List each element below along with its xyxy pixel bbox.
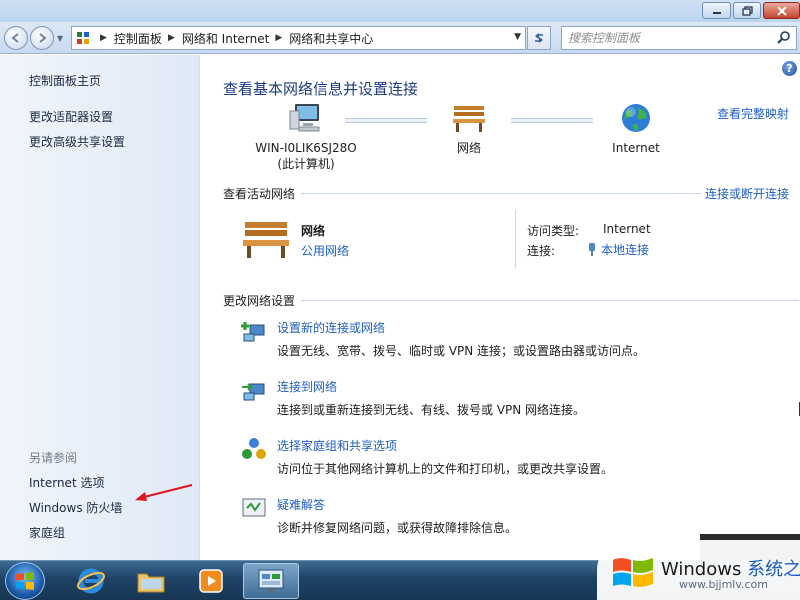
view-full-map-link[interactable]: 查看完整映射 — [717, 105, 789, 122]
forward-arrow-icon — [39, 33, 47, 43]
connect-to-network-icon — [242, 383, 265, 401]
taskbar-explorer-button[interactable] — [123, 563, 179, 599]
taskbar-control-panel-button[interactable] — [243, 563, 299, 599]
active-networks-header: 查看活动网络 — [223, 187, 296, 201]
vertical-divider — [515, 210, 516, 268]
sidebar-item-homegroup[interactable]: 家庭组 — [29, 524, 65, 541]
internet-label: Internet — [612, 141, 660, 155]
connection-link[interactable]: 本地连接 — [587, 241, 649, 258]
map-connection-line — [511, 118, 593, 123]
homegroup-sharing-desc: 访问位于其他网络计算机上的文件和打印机，或更改共享设置。 — [277, 462, 614, 476]
watermark-url: www.bjjmlv.com — [679, 578, 768, 591]
network-label: 网络 — [456, 141, 481, 155]
troubleshoot-icon — [242, 498, 266, 517]
section-divider — [301, 300, 799, 301]
close-icon — [776, 5, 787, 16]
window-titlebar — [0, 0, 800, 22]
ethernet-icon — [589, 243, 595, 256]
minimize-icon — [712, 11, 721, 14]
navigation-bar: ▼ ▶ 控制面板 ▶ 网络和 Internet ▶ 网络和共享中心 ▼ — [0, 22, 800, 54]
breadcrumb-separator[interactable]: ▶ — [100, 33, 107, 43]
troubleshoot-link[interactable]: 疑难解答 — [277, 496, 325, 513]
network-type-link[interactable]: 公用网络 — [301, 242, 349, 259]
taskbar-ie-button[interactable] — [63, 563, 119, 599]
breadcrumb-separator[interactable]: ▶ — [168, 33, 175, 43]
see-also-label: 另请参阅 — [29, 451, 78, 465]
connections-label: 连接: — [527, 244, 556, 258]
windows-logo-icon — [16, 572, 34, 590]
map-connection-line — [345, 118, 427, 123]
folder-icon — [137, 573, 165, 593]
connect-to-network-desc: 连接到或重新连接到无线、有线、拨号或 VPN 网络连接。 — [277, 403, 586, 417]
homegroup-icon — [242, 438, 266, 459]
media-player-icon — [199, 569, 223, 593]
close-button[interactable] — [763, 2, 800, 19]
page-title: 查看基本网络信息并设置连接 — [223, 80, 419, 98]
setup-new-connection-link[interactable]: 设置新的连接或网络 — [277, 319, 385, 336]
breadcrumb-network-internet[interactable]: 网络和 Internet — [182, 30, 269, 47]
internet-explorer-icon — [77, 568, 105, 594]
connect-disconnect-link[interactable]: 连接或断开连接 — [705, 185, 789, 202]
help-icon[interactable]: ? — [782, 61, 797, 76]
bench-icon — [243, 222, 289, 258]
back-button[interactable] — [4, 26, 28, 50]
watermark-windows: Windows — [661, 559, 742, 580]
connect-to-network-link[interactable]: 连接到网络 — [277, 378, 337, 395]
sidebar-item-control-panel-home[interactable]: 控制面板主页 — [29, 72, 101, 89]
windows-flag-logo-icon — [613, 558, 653, 588]
new-connection-icon — [241, 322, 265, 342]
minimize-button[interactable] — [702, 2, 731, 19]
start-button[interactable] — [5, 562, 45, 600]
section-divider — [301, 193, 701, 194]
forward-button[interactable] — [30, 26, 54, 50]
restore-icon — [741, 5, 753, 16]
troubleshoot-desc: 诊断并修复网络问题，或获得故障排除信息。 — [277, 521, 518, 535]
search-input[interactable] — [562, 27, 767, 49]
computer-sub: (此计算机) — [277, 157, 335, 171]
sidebar-item-change-adapter-settings[interactable]: 更改适配器设置 — [29, 108, 113, 125]
control-panel-icon — [72, 27, 94, 49]
maximize-button[interactable] — [733, 2, 761, 19]
access-type-value: Internet — [603, 222, 651, 236]
sidebar: 控制面板主页 更改适配器设置 更改高级共享设置 另请参阅 Internet 选项… — [0, 55, 200, 560]
main-content: ? 查看基本网络信息并设置连接 查看完整映射 WIN-I0LIK6SJ28O (… — [201, 55, 800, 560]
back-arrow-icon — [11, 33, 19, 43]
homegroup-sharing-link[interactable]: 选择家庭组和共享选项 — [277, 437, 397, 454]
globe-icon — [622, 104, 650, 132]
computer-icon — [289, 104, 320, 132]
map-node-computer[interactable]: WIN-I0LIK6SJ28O (此计算机) — [241, 102, 371, 172]
setup-new-connection-desc: 设置无线、宽带、拨号、临时或 VPN 连接；或设置路由器或访问点。 — [277, 344, 646, 358]
sidebar-item-change-advanced-sharing[interactable]: 更改高级共享设置 — [29, 133, 125, 150]
local-connection-link[interactable]: 本地连接 — [601, 243, 649, 257]
search-box[interactable] — [561, 26, 797, 50]
computer-name: WIN-I0LIK6SJ28O — [255, 141, 357, 155]
refresh-button[interactable] — [527, 26, 551, 50]
refresh-icon — [535, 33, 543, 43]
map-node-network[interactable]: 网络 — [441, 102, 497, 156]
taskbar-media-player-button[interactable] — [183, 563, 239, 599]
change-settings-header: 更改网络设置 — [223, 294, 296, 308]
bench-icon — [453, 106, 485, 132]
breadcrumb-control-panel[interactable]: 控制面板 — [114, 30, 162, 47]
control-panel-window-icon — [258, 569, 284, 593]
breadcrumb-network-sharing-center[interactable]: 网络和共享中心 — [289, 30, 373, 47]
history-dropdown[interactable]: ▼ — [57, 34, 63, 43]
watermark: Windows 系统之家 www.bjjmlv.com — [597, 540, 800, 600]
sidebar-item-internet-options[interactable]: Internet 选项 — [29, 474, 104, 491]
active-network-name: 网络 — [301, 224, 326, 238]
breadcrumb-separator[interactable]: ▶ — [275, 33, 282, 43]
search-icon[interactable] — [776, 30, 792, 46]
map-node-internet[interactable]: Internet — [601, 102, 671, 156]
sidebar-item-windows-firewall[interactable]: Windows 防火墙 — [29, 499, 122, 516]
address-bar[interactable]: ▶ 控制面板 ▶ 网络和 Internet ▶ 网络和共享中心 ▼ — [71, 26, 526, 50]
access-type-label: 访问类型: — [527, 224, 580, 238]
watermark-title-cn: 系统之家 — [747, 559, 800, 580]
red-arrow-annotation-icon — [135, 484, 193, 501]
address-dropdown-icon[interactable]: ▼ — [514, 32, 521, 42]
